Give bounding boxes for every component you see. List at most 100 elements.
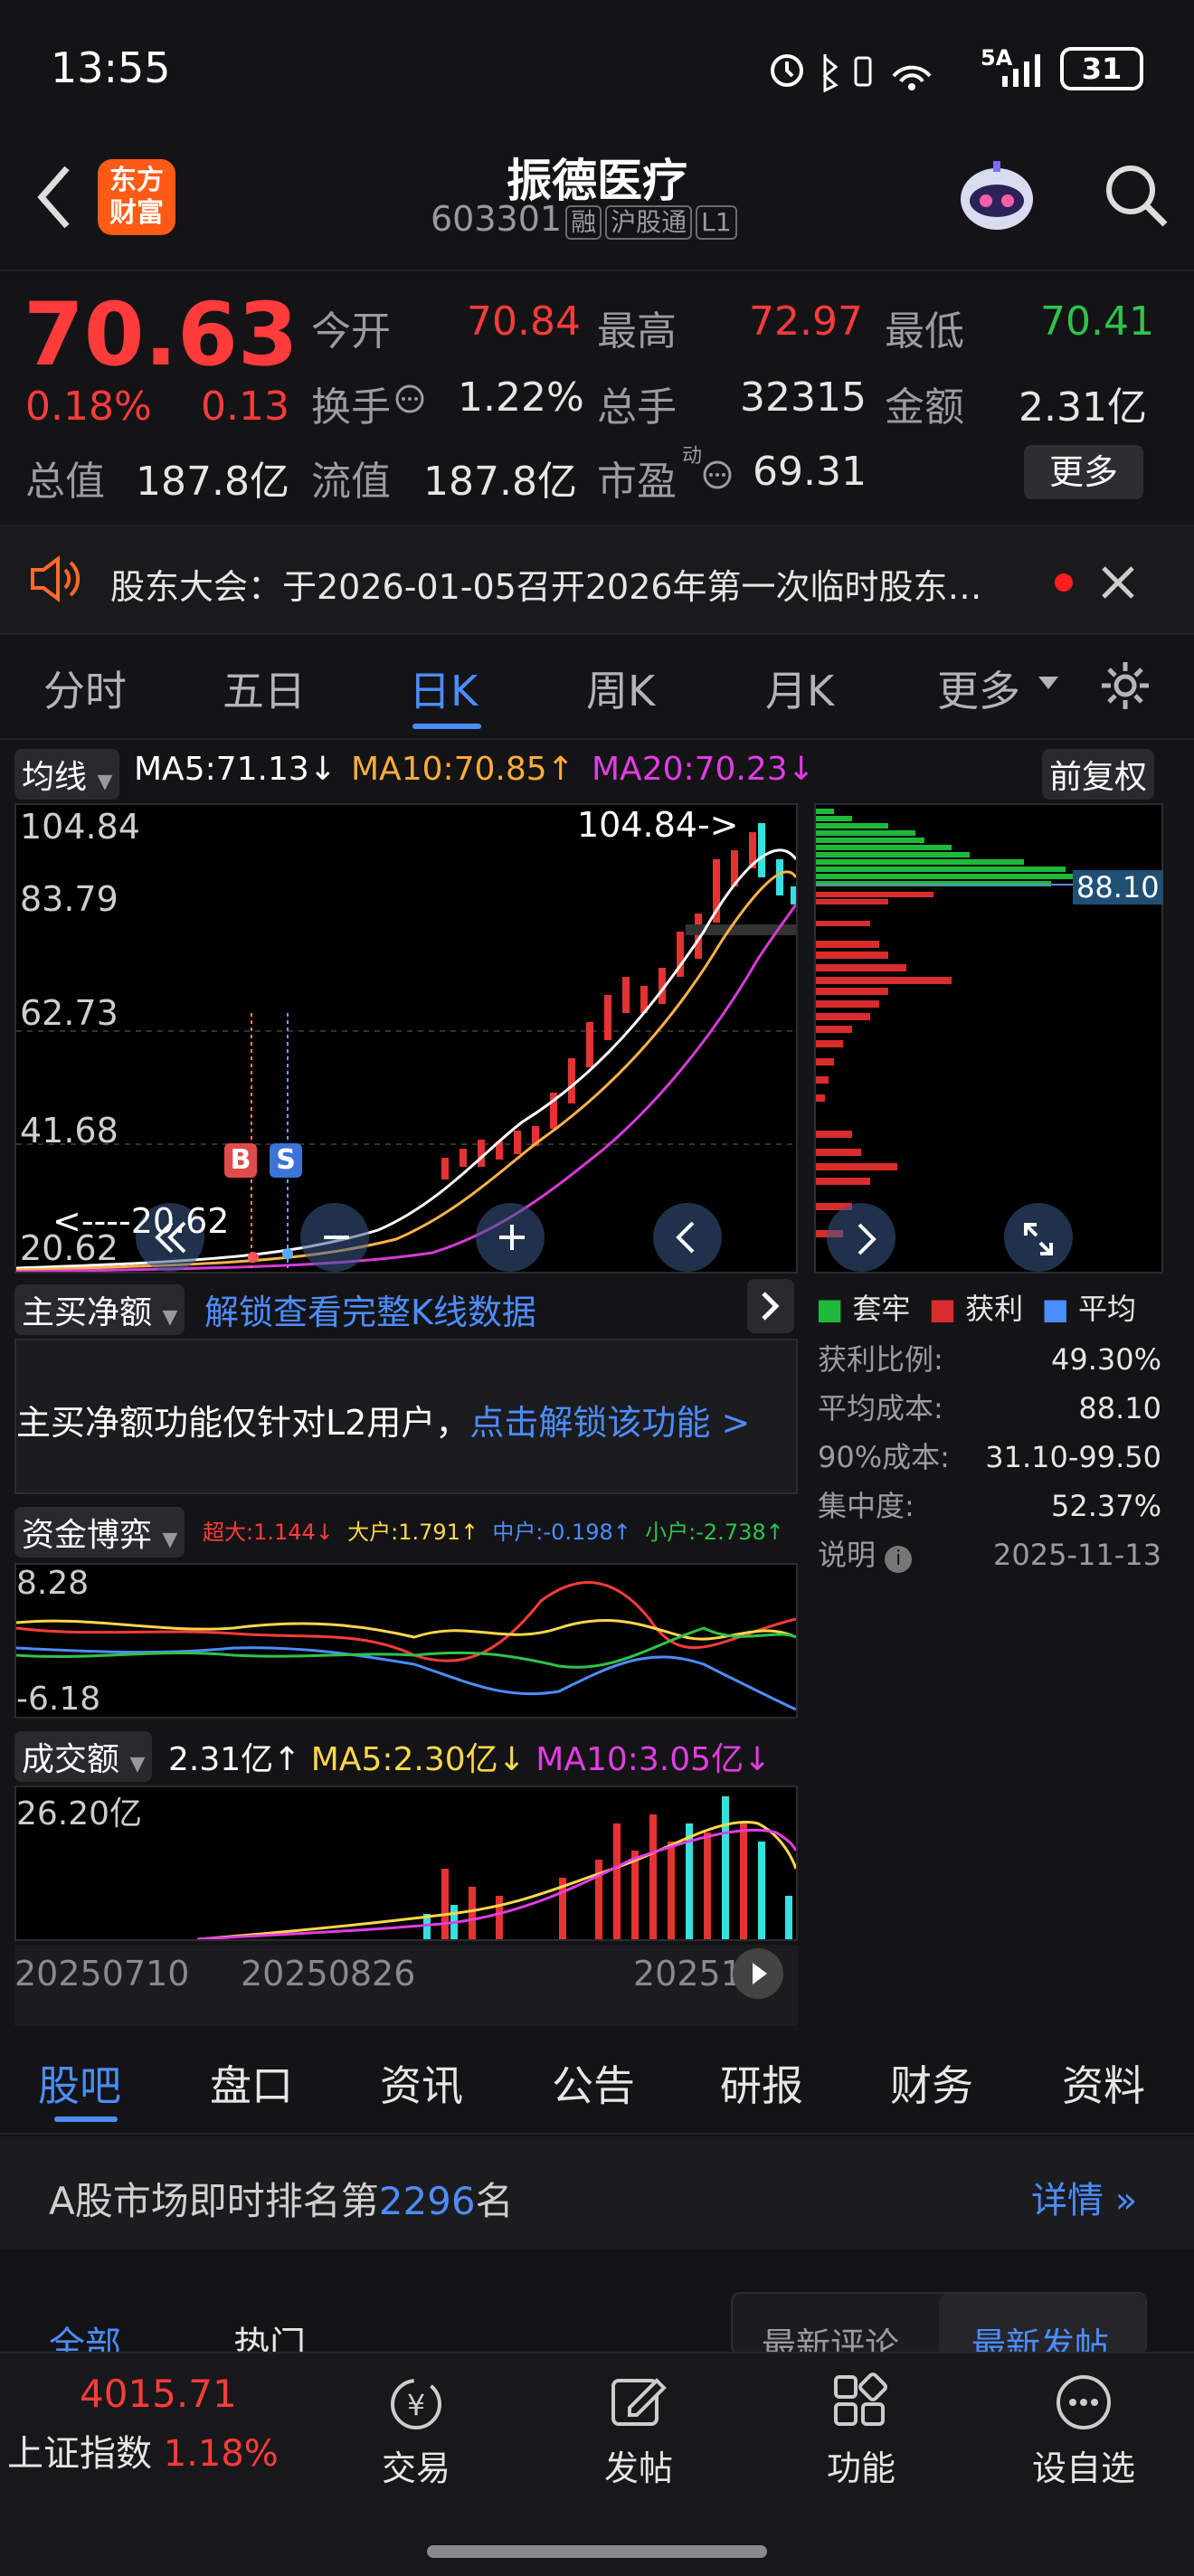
trade-icon: ¥	[391, 2379, 441, 2429]
x-date-3: 20251	[633, 1954, 743, 1994]
speaker-icon	[31, 555, 81, 602]
info-tabs: 股吧 盘口 资讯 公告 研报 财务 资料	[0, 2026, 1194, 2135]
stat-row-note[interactable]: 说明 i 2025-11-13	[818, 1530, 1161, 1579]
zoom-out-icon[interactable]	[318, 1217, 355, 1257]
status-time: 13:55	[51, 43, 171, 92]
note-label: 说明 i	[818, 1530, 913, 1579]
search-icon[interactable]	[1100, 159, 1172, 232]
buy-marker[interactable]: B	[224, 1143, 257, 1178]
rank-text: A股市场即时排名第2296名	[49, 2171, 514, 2226]
index-row[interactable]: 上证指数 1.18%	[7, 2424, 279, 2477]
ma10-value: MA10:70.85↑	[351, 751, 574, 788]
more-button[interactable]: 更多	[1024, 445, 1143, 499]
tab-intraday[interactable]: 分时	[43, 658, 127, 718]
amount-value: 2.31亿	[1019, 384, 1147, 431]
pe-label: 市盈	[597, 459, 677, 505]
tab-five-day[interactable]: 五日	[223, 658, 306, 718]
tab-monthly-k[interactable]: 月K	[765, 658, 834, 718]
rank-suffix: 名	[475, 2179, 514, 2223]
sort-toggle: 最新评论 最新发帖	[731, 2292, 1147, 2365]
volume-label: 成交额	[22, 1741, 120, 1778]
tab-news[interactable]: 资讯	[380, 2053, 463, 2113]
app-logo: 东方 财富	[98, 159, 175, 235]
tab-financials[interactable]: 财务	[890, 2053, 973, 2113]
net-buy-message: 主买净额功能仅针对L2用户，点击解锁该功能 >	[16, 1395, 750, 1444]
ma-selector[interactable]: 均线 ▼	[14, 749, 120, 800]
unlock-kline-link[interactable]: 解锁查看完整K线数据	[204, 1284, 536, 1334]
rank-detail-link[interactable]: 详情 »	[1031, 2171, 1137, 2223]
more-dots-icon	[1057, 2375, 1111, 2429]
stat-label: 说明	[818, 1538, 877, 1572]
tab-order-book[interactable]: 盘口	[210, 2053, 293, 2113]
fund-game-label: 资金博弈	[22, 1517, 153, 1554]
volume-ma10: MA10:3.05亿↓	[535, 1741, 772, 1778]
fund-game-selector[interactable]: 资金博弈 ▼	[14, 1507, 185, 1558]
tag-margin: 融	[565, 205, 602, 240]
info-icon[interactable]	[702, 459, 733, 490]
volume-chart[interactable]: 26.20亿	[14, 1785, 798, 1941]
change-pct: 0.18%	[25, 384, 152, 430]
expand-side-button[interactable]	[747, 1279, 794, 1333]
dock-post[interactable]: 发帖	[602, 2440, 675, 2490]
y-label-2: 83.79	[20, 879, 118, 919]
tab-weekly-k[interactable]: 周K	[586, 658, 655, 718]
play-button[interactable]	[733, 1948, 783, 1999]
chip-distribution-chart[interactable]: 88.10	[814, 803, 1163, 1274]
net-buy-panel: 主买净额功能仅针对L2用户，点击解锁该功能 >	[14, 1339, 798, 1494]
index-name: 上证指数	[7, 2433, 152, 2475]
float-label: 流值	[311, 459, 391, 505]
low-label: 最低	[885, 308, 964, 355]
dropdown-icon: ▼	[129, 1753, 146, 1776]
low-value: 70.41	[1040, 298, 1154, 345]
dock-add-watchlist[interactable]: 设自选	[1022, 2440, 1145, 2490]
volume-selector[interactable]: 成交额 ▼	[14, 1731, 153, 1782]
rank-prefix: A股市场即时排名第	[49, 2179, 379, 2223]
back-arrow-icon[interactable]	[33, 161, 78, 233]
fund-mid: 中户:-0.198↑	[492, 1520, 631, 1545]
fund-game-legend: 超大:1.144↓ 大户:1.791↑ 中户:-0.198↑ 小户:-2.738…	[203, 1514, 784, 1546]
tab-research[interactable]: 研报	[720, 2053, 803, 2113]
zoom-in-icon[interactable]	[494, 1217, 530, 1257]
stat-label: 90%成本:	[818, 1440, 950, 1474]
dock-trade[interactable]: 交易	[380, 2440, 452, 2490]
chip-stats: 获利比例: 49.30% 平均成本: 88.10 90%成本: 31.10-99.50…	[818, 1335, 1161, 1579]
float-value: 187.8亿	[423, 459, 577, 505]
tab-forum[interactable]: 股吧	[38, 2053, 121, 2113]
adjust-selector[interactable]: 前复权	[1042, 749, 1155, 800]
legend-trapped: 套牢	[852, 1292, 911, 1326]
fund-game-chart[interactable]: 8.28 -6.18	[14, 1563, 798, 1719]
status-bar: 13:55 5A 31	[0, 0, 1194, 136]
min-price-note: <----20.62	[52, 1201, 230, 1241]
stat-value: 52.37%	[1050, 1489, 1161, 1523]
unlock-feature-link[interactable]: 点击解锁该功能 >	[469, 1403, 750, 1443]
dock-functions[interactable]: 功能	[825, 2440, 897, 2490]
avg-cost-tag: 88.10	[1073, 870, 1163, 904]
volume-y-top: 26.20亿	[16, 1795, 143, 1833]
active-info-tab-indicator	[54, 2117, 118, 2122]
net-buy-selector[interactable]: 主买净额 ▼	[14, 1284, 185, 1335]
stat-row-90-cost: 90%成本: 31.10-99.50	[818, 1433, 1161, 1482]
kline-chart[interactable]: 104.84 83.79 62.73 41.68 20.62 104.84-> …	[14, 803, 798, 1274]
home-indicator[interactable]	[427, 2545, 767, 2558]
signal-icon	[1002, 54, 1040, 87]
scroll-left-icon[interactable]	[669, 1217, 706, 1257]
tab-more[interactable]: 更多	[937, 658, 1020, 718]
fund-y-bottom: -6.18	[16, 1681, 101, 1718]
scroll-right-icon[interactable]	[847, 1219, 883, 1259]
tab-daily-k[interactable]: 日K	[409, 658, 478, 718]
tab-announcements[interactable]: 公告	[552, 2053, 635, 2113]
rewind-icon[interactable]	[152, 1217, 188, 1257]
double-chevron-icon: »	[1114, 2180, 1138, 2221]
gear-icon[interactable]	[1098, 658, 1152, 713]
x-date-1: 20250710	[14, 1954, 190, 1994]
tab-profile[interactable]: 资料	[1062, 2053, 1145, 2113]
expand-icon[interactable]	[1020, 1219, 1057, 1259]
stat-value: 31.10-99.50	[985, 1440, 1161, 1474]
sell-marker[interactable]: S	[270, 1143, 302, 1178]
info-icon[interactable]	[394, 384, 425, 414]
tag-level: L1	[696, 205, 737, 240]
notice-bar[interactable]: 股东大会：于2026-01-05召开2026年第一次临时股东…	[0, 526, 1194, 635]
close-icon[interactable]	[1098, 563, 1138, 602]
index-value[interactable]: 4015.71	[80, 2372, 237, 2416]
robot-assistant-icon[interactable]	[952, 152, 1042, 242]
